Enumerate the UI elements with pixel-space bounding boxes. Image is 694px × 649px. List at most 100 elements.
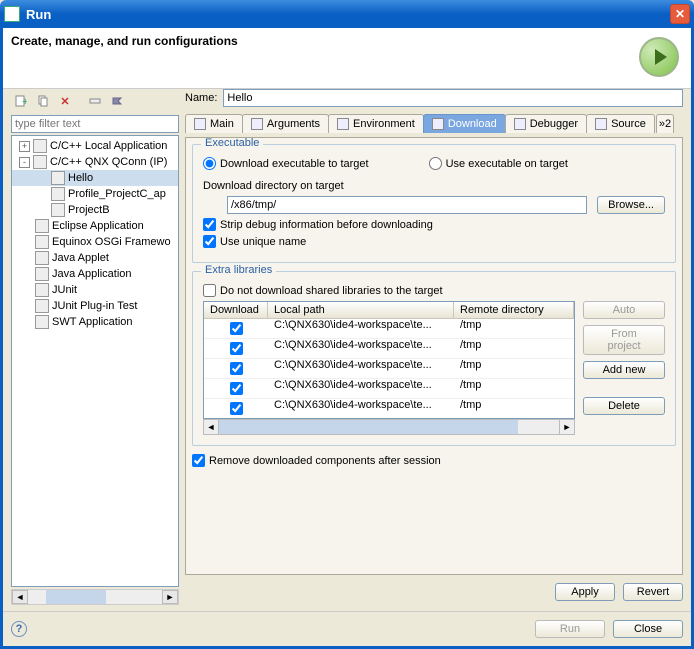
java-icon (35, 267, 49, 281)
new-config-button[interactable]: + (11, 91, 31, 111)
tree-item[interactable]: Eclipse Application (12, 218, 178, 234)
download-dir-input[interactable] (227, 196, 587, 214)
tree-item-label: C/C++ Local Application (50, 140, 167, 152)
local-path-cell: C:\QNX630\ide4-workspace\te... (268, 319, 454, 338)
delete-config-button[interactable]: ✕ (55, 91, 75, 111)
app-icon (4, 6, 20, 22)
check-unique-name[interactable]: Use unique name (203, 235, 306, 248)
apply-button[interactable]: Apply (555, 583, 615, 601)
col-remotedir[interactable]: Remote directory (454, 302, 574, 318)
check-strip-debug[interactable]: Strip debug information before downloadi… (203, 218, 433, 231)
tab-arguments[interactable]: Arguments (242, 114, 329, 133)
remote-dir-cell: /tmp (454, 319, 574, 338)
tree-item[interactable]: Equinox OSGi Framewo (12, 234, 178, 250)
browse-button[interactable]: Browse... (597, 196, 665, 214)
tree-item[interactable]: SWT Application (12, 314, 178, 330)
tree-hscrollbar[interactable]: ◄ ► (11, 589, 179, 605)
scroll-right-icon[interactable]: ► (162, 590, 178, 604)
cfg-icon (51, 187, 65, 201)
table-row[interactable]: C:\QNX630\ide4-workspace\te.../tmp (204, 359, 574, 379)
tab-label: Download (448, 118, 497, 130)
tree-item[interactable]: -C/C++ QNX QConn (IP) (12, 154, 178, 170)
download-tab-icon (432, 118, 444, 130)
svg-text:+: + (22, 96, 27, 107)
run-button[interactable]: Run (535, 620, 605, 638)
tree-item[interactable]: Profile_ProjectC_ap (12, 186, 178, 202)
expander-icon[interactable]: - (19, 157, 30, 168)
filter-expand-button[interactable] (107, 91, 127, 111)
tab-content-download: Executable Download executable to target… (185, 137, 683, 575)
tab-environment[interactable]: Environment (328, 114, 424, 133)
auto-button[interactable]: Auto (583, 301, 665, 319)
tree-item[interactable]: + C/C++ Local Application (12, 138, 178, 154)
name-input[interactable] (223, 89, 683, 107)
table-hscrollbar[interactable]: ◄ ► (203, 419, 575, 435)
radio-download-exec[interactable]: Download executable to target (203, 157, 369, 170)
tab-source[interactable]: Source (586, 114, 655, 133)
tree-item-label: JUnit (52, 284, 77, 296)
run-big-icon (639, 37, 679, 77)
filter-collapse-button[interactable] (85, 91, 105, 111)
window-title: Run (26, 7, 670, 22)
from-project-button[interactable]: From project (583, 325, 665, 355)
table-row[interactable]: C:\QNX630\ide4-workspace\te.../tmp (204, 339, 574, 359)
radio-use-exec[interactable]: Use executable on target (429, 157, 568, 170)
add-new-button[interactable]: Add new (583, 361, 665, 379)
tree-item-label: SWT Application (52, 316, 133, 328)
tree-item-label: Eclipse Application (52, 220, 144, 232)
tree-item-label: JUnit Plug-in Test (52, 300, 137, 312)
table-row[interactable]: C:\QNX630\ide4-workspace\te.../tmp (204, 379, 574, 399)
download-dir-label: Download directory on target (203, 180, 344, 192)
c-qnx-icon (33, 155, 47, 169)
tree-item[interactable]: Java Applet (12, 250, 178, 266)
duplicate-config-button[interactable] (33, 91, 53, 111)
tree-item[interactable]: JUnit Plug-in Test (12, 298, 178, 314)
download-checkbox[interactable] (230, 322, 243, 335)
help-icon[interactable]: ? (11, 621, 27, 637)
scroll-right-icon[interactable]: ► (559, 419, 575, 435)
col-download[interactable]: Download (204, 302, 268, 318)
tree-item[interactable]: ProjectB (12, 202, 178, 218)
tab-label: Arguments (267, 118, 320, 130)
close-icon[interactable]: ✕ (670, 4, 690, 24)
tree-item-label: ProjectB (68, 204, 110, 216)
expander-icon[interactable]: + (19, 141, 30, 152)
tree-item[interactable]: Java Application (12, 266, 178, 282)
filter-input[interactable] (11, 115, 179, 133)
config-tree[interactable]: + C/C++ Local Application -C/C++ QNX QConn… (11, 135, 179, 587)
check-remove-after[interactable]: Remove downloaded components after sessi… (192, 454, 441, 467)
tree-item-label: Equinox OSGi Framewo (52, 236, 171, 248)
delete-button[interactable]: Delete (583, 397, 665, 415)
col-localpath[interactable]: Local path (268, 302, 454, 318)
scroll-left-icon[interactable]: ◄ (12, 590, 28, 604)
check-nodownload-libs[interactable]: Do not download shared libraries to the … (203, 284, 443, 297)
table-row[interactable]: C:\QNX630\ide4-workspace\te.../tmp (204, 399, 574, 419)
table-row[interactable]: C:\QNX630\ide4-workspace\te.../tmp (204, 319, 574, 339)
libs-table[interactable]: Download Local path Remote directory C:\… (203, 301, 575, 419)
tabbar: Main Arguments Environment Download Debugger… (185, 111, 683, 133)
tree-item[interactable]: JUnit (12, 282, 178, 298)
scroll-left-icon[interactable]: ◄ (203, 419, 219, 435)
tree-item-label: Profile_ProjectC_ap (68, 188, 166, 200)
executable-group: Executable Download executable to target… (192, 144, 676, 263)
arguments-tab-icon (251, 118, 263, 130)
tab-debugger[interactable]: Debugger (505, 114, 587, 133)
download-checkbox[interactable] (230, 362, 243, 375)
tab-label: Environment (353, 118, 415, 130)
tab-main[interactable]: Main (185, 114, 243, 133)
tab-overflow-button[interactable]: »2 (656, 114, 674, 133)
cfg-icon (51, 203, 65, 217)
download-checkbox[interactable] (230, 402, 243, 415)
revert-button[interactable]: Revert (623, 583, 683, 601)
remote-dir-cell: /tmp (454, 359, 574, 378)
titlebar: Run ✕ (0, 0, 694, 28)
tab-label: Debugger (530, 118, 578, 130)
tab-download[interactable]: Download (423, 114, 506, 133)
local-path-cell: C:\QNX630\ide4-workspace\te... (268, 379, 454, 398)
download-checkbox[interactable] (230, 382, 243, 395)
download-checkbox[interactable] (230, 342, 243, 355)
close-button[interactable]: Close (613, 620, 683, 638)
executable-group-title: Executable (201, 137, 263, 149)
tree-item-label: Java Applet (52, 252, 109, 264)
tree-item[interactable]: Hello (12, 170, 178, 186)
